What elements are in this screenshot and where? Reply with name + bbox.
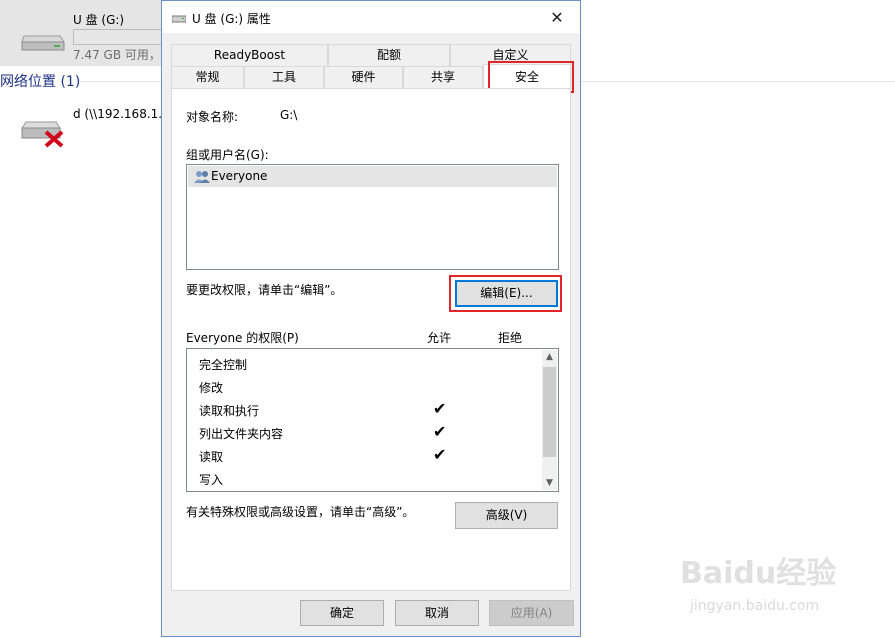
cancel-button[interactable]: 取消	[395, 600, 479, 626]
edit-button[interactable]: 编辑(E)...	[455, 280, 558, 307]
group-user-label: 组或用户名(G):	[186, 148, 269, 162]
deny-header: 拒绝	[498, 331, 523, 345]
allow-check-icon: ✔	[433, 422, 447, 441]
properties-dialog: U 盘 (G:) 属性 ✕ ReadyBoost 配额 自定义 常规 工具 硬件…	[161, 0, 581, 637]
permissions-scrollbar[interactable]: ▲ ▼	[542, 350, 557, 490]
permissions-label: Everyone 的权限(P)	[186, 331, 299, 345]
object-name-value: G:\	[280, 108, 298, 122]
tab-security[interactable]: 安全	[483, 64, 571, 89]
dialog-title: U 盘 (G:) 属性	[192, 12, 271, 26]
drive-free-space: 7.47 GB 可用，共	[73, 48, 173, 62]
title-bar[interactable]: U 盘 (G:) 属性 ✕	[162, 1, 580, 33]
user-name: Everyone	[211, 169, 268, 183]
tab-readyboost[interactable]: ReadyBoost	[171, 44, 328, 66]
tab-customize[interactable]: 自定义	[450, 44, 571, 66]
object-name-label: 对象名称:	[186, 110, 239, 124]
permission-row: 完全控制	[199, 358, 248, 372]
tab-general[interactable]: 常规	[171, 66, 244, 88]
advanced-text: 有关特殊权限或高级设置，请单击“高级”。	[186, 505, 415, 519]
tab-sharing[interactable]: 共享	[403, 66, 483, 88]
permission-row: 读取	[199, 450, 224, 464]
users-icon	[193, 169, 211, 187]
tab-row-1: ReadyBoost 配额 自定义	[171, 44, 571, 66]
scroll-up-icon[interactable]: ▲	[542, 352, 557, 362]
allow-header: 允许	[427, 331, 452, 345]
close-button[interactable]: ✕	[534, 1, 580, 33]
drive-icon	[171, 12, 187, 26]
baidu-watermark-url: jingyan.baidu.com	[690, 598, 820, 614]
apply-button[interactable]: 应用(A)	[489, 600, 574, 626]
allow-check-icon: ✔	[433, 399, 447, 418]
permission-row: 写入	[199, 473, 224, 487]
tab-hardware[interactable]: 硬件	[324, 66, 403, 88]
tab-row-2: 常规 工具 硬件 共享 安全	[171, 64, 571, 89]
list-item[interactable]: Everyone	[188, 166, 557, 187]
tab-quota[interactable]: 配额	[328, 44, 450, 66]
tab-tools[interactable]: 工具	[244, 66, 324, 88]
baidu-watermark-logo: Baidu经验	[680, 556, 837, 591]
scroll-down-icon[interactable]: ▼	[542, 478, 557, 488]
permissions-list[interactable]: 完全控制 修改 读取和执行 列出文件夹内容 读取 写入 ✔ ✔ ✔ ▲ ▼	[186, 348, 559, 492]
permission-row: 修改	[199, 381, 224, 395]
disconnected-network-drive-icon	[20, 116, 68, 151]
permission-row: 列出文件夹内容	[199, 427, 284, 441]
drive-capacity-bar	[73, 29, 170, 45]
drive-name[interactable]: U 盘 (G:)	[73, 11, 124, 28]
change-permissions-text: 要更改权限，请单击“编辑”。	[186, 283, 343, 297]
network-drive-name[interactable]: d (\\192.168.1.1	[73, 107, 170, 121]
scroll-thumb[interactable]	[543, 367, 556, 457]
close-icon: ✕	[550, 7, 564, 27]
ok-button[interactable]: 确定	[300, 600, 384, 626]
advanced-button[interactable]: 高级(V)	[455, 502, 558, 529]
user-listbox[interactable]: Everyone	[186, 164, 559, 270]
usb-drive-icon	[20, 28, 66, 55]
network-locations-header[interactable]: 网络位置 (1)	[0, 71, 80, 91]
permission-row: 读取和执行	[199, 404, 260, 418]
security-panel: 对象名称: G:\ 组或用户名(G): Everyone 要更改权限，请单击“编…	[171, 88, 571, 591]
allow-check-icon: ✔	[433, 445, 447, 464]
